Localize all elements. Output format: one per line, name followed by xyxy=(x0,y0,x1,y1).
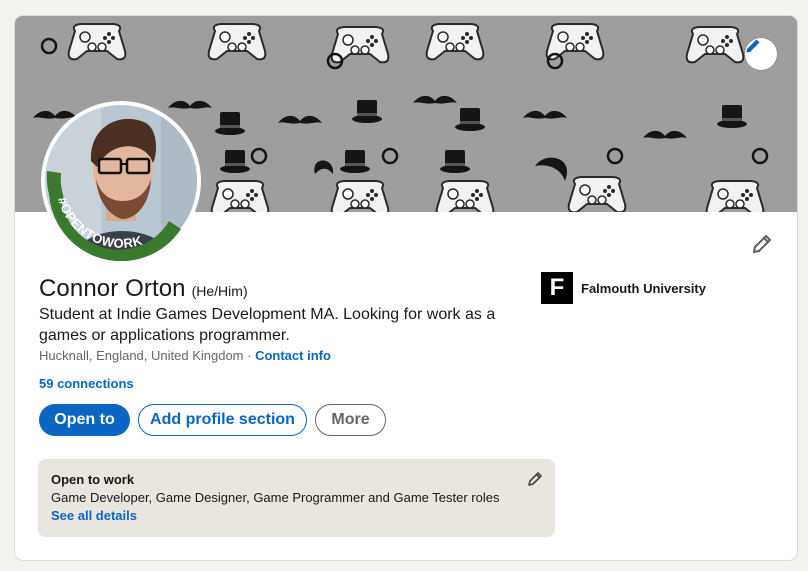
name-row: Connor Orton (He/Him) xyxy=(39,275,248,303)
profile-headline: Student at Indie Games Development MA. L… xyxy=(39,306,496,344)
pencil-icon xyxy=(753,235,771,253)
school-logo: F xyxy=(541,272,573,304)
profile-name: Connor Orton xyxy=(39,275,186,302)
profile-pronouns: (He/Him) xyxy=(191,283,248,299)
open-to-button[interactable]: Open to xyxy=(39,404,130,436)
avatar-image: #OPENTOWORK xyxy=(42,102,200,261)
profile-photo[interactable]: #OPENTOWORK xyxy=(41,101,201,261)
edit-open-to-work-button[interactable] xyxy=(527,471,543,487)
add-profile-section-button[interactable]: Add profile section xyxy=(138,404,307,436)
profile-card: #OPENTOWORK Connor Orton (He/Him) Studen… xyxy=(14,15,798,561)
education-entry[interactable]: F Falmouth University xyxy=(541,272,706,304)
open-to-work-roles: Game Developer, Game Designer, Game Prog… xyxy=(51,490,500,505)
connections-link[interactable]: 59 connections xyxy=(39,376,134,391)
edit-banner-button[interactable] xyxy=(745,38,777,70)
more-button[interactable]: More xyxy=(315,404,386,436)
open-to-work-title: Open to work xyxy=(51,472,135,487)
pencil-icon xyxy=(528,472,542,486)
location-row: Hucknall, England, United Kingdom · Cont… xyxy=(39,348,331,363)
separator-dot: · xyxy=(243,348,256,363)
pencil-icon xyxy=(746,39,760,53)
contact-info-link[interactable]: Contact info xyxy=(255,348,331,363)
profile-location: Hucknall, England, United Kingdom xyxy=(39,348,244,363)
edit-intro-button[interactable] xyxy=(749,231,775,257)
open-to-work-card: Open to work Game Developer, Game Design… xyxy=(38,459,555,537)
school-name: Falmouth University xyxy=(581,280,706,296)
see-all-details-link[interactable]: See all details xyxy=(51,508,555,523)
